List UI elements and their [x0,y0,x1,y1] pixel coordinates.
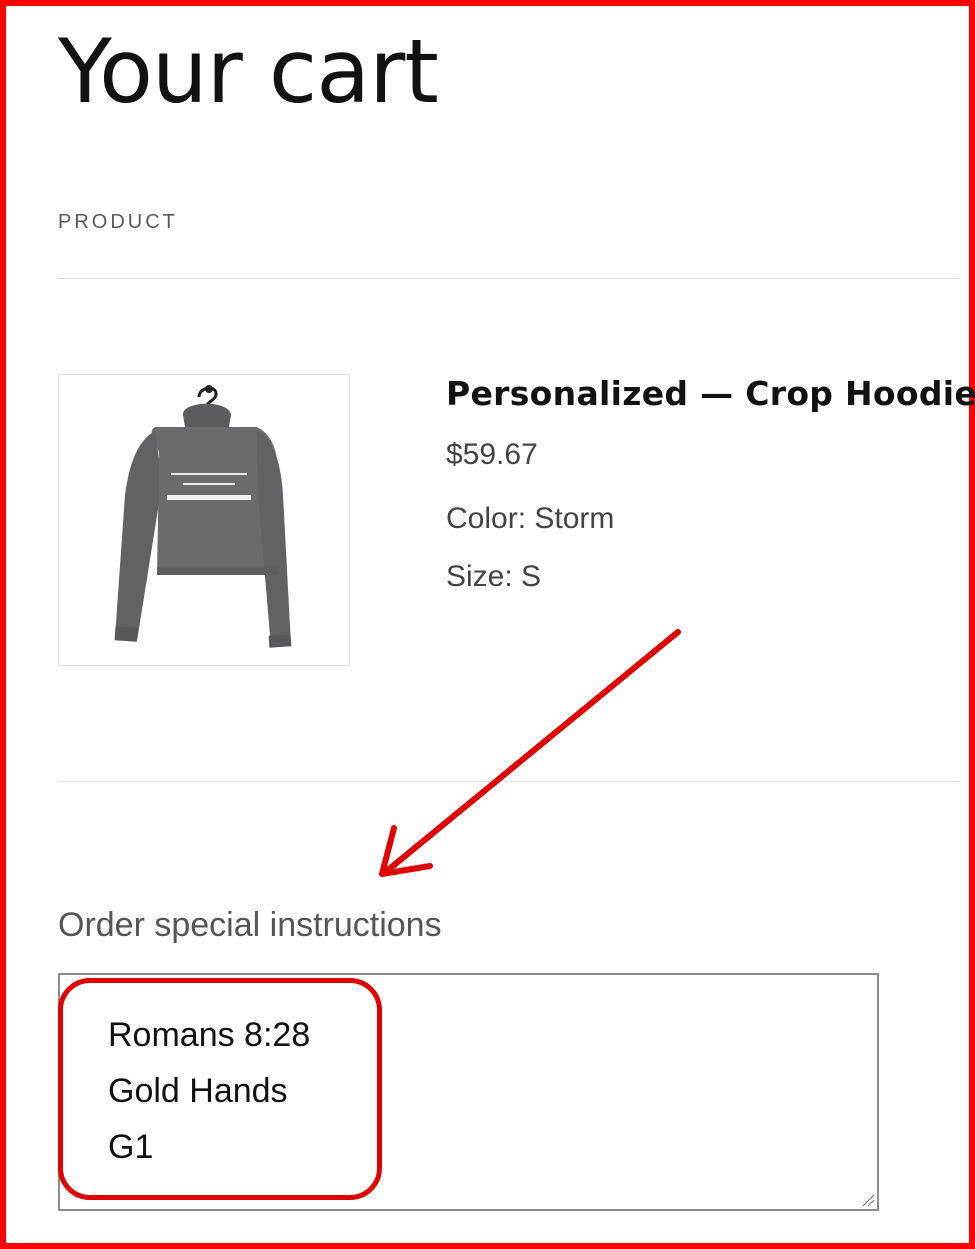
instructions-line: Gold Hands [108,1072,288,1110]
divider [58,278,959,279]
resize-handle-icon[interactable] [861,1193,875,1207]
page-title: Your cart [58,20,439,123]
product-column-header: PRODUCT [58,211,178,233]
product-price: $59.67 [446,438,538,471]
crop-hoodie-image [114,385,292,648]
product-option-size: Size: S [446,560,542,593]
screenshot-frame: Your cart PRODUCT Personalized — Crop Ho… [0,0,975,1249]
order-instructions-text: Romans 8:28 Gold Hands G1 [108,1007,310,1175]
product-image[interactable] [58,374,350,666]
divider [58,781,959,782]
instructions-line: Romans 8:28 [108,1016,311,1054]
product-option-color: Color: Storm [446,502,615,535]
order-instructions-label: Order special instructions [58,906,442,944]
instructions-line: G1 [108,1128,154,1166]
order-instructions-textarea[interactable]: Romans 8:28 Gold Hands G1 [58,973,879,1211]
product-name[interactable]: Personalized — Crop Hoodie [446,374,975,413]
